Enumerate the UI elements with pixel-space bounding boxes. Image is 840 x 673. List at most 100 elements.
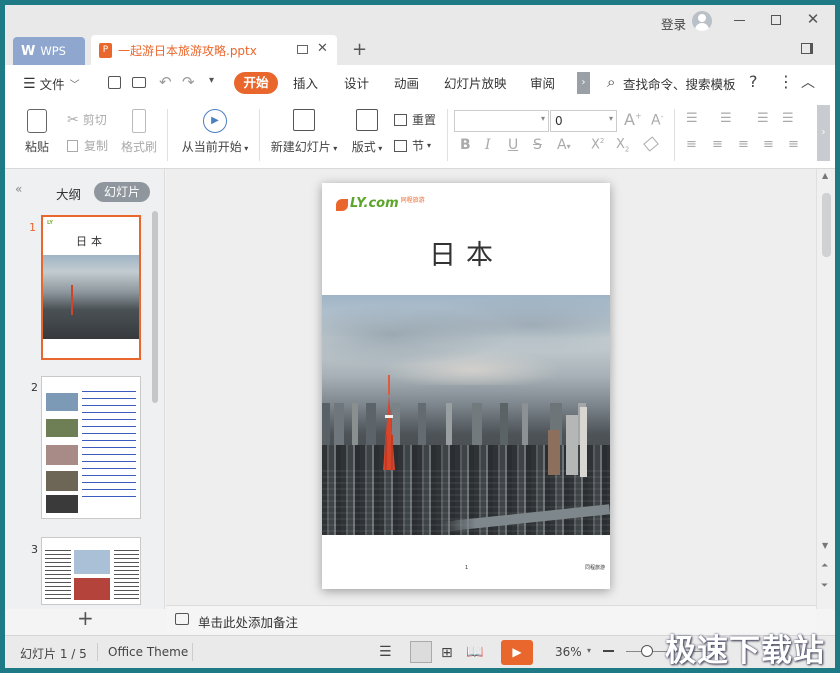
underline-icon[interactable]: U bbox=[508, 137, 518, 153]
normal-view-icon[interactable] bbox=[410, 641, 432, 663]
reset-icon bbox=[394, 113, 407, 126]
tab-design[interactable]: 设计 bbox=[344, 74, 369, 94]
bold-icon[interactable]: B bbox=[460, 137, 471, 153]
new-slide-button[interactable]: 新建幻灯片 ▾ bbox=[267, 109, 341, 155]
wps-logo-icon: W bbox=[21, 43, 36, 59]
thumb-photo bbox=[74, 578, 110, 600]
more-options-icon[interactable]: ⋮ bbox=[778, 72, 794, 91]
scroll-up-icon[interactable]: ▲ bbox=[822, 171, 828, 180]
font-size-select[interactable]: 0 ▾ bbox=[550, 110, 617, 132]
scroll-thumb[interactable] bbox=[822, 193, 831, 257]
close-tab-icon[interactable]: ✕ bbox=[317, 41, 328, 56]
copy-button[interactable]: 复制 bbox=[67, 137, 108, 154]
increase-indent-icon[interactable]: ☰ bbox=[782, 111, 794, 126]
clear-format-icon[interactable] bbox=[643, 136, 659, 152]
cut-button[interactable]: ✂ 剪切 bbox=[67, 111, 107, 128]
reset-button[interactable]: 重置 bbox=[394, 111, 436, 128]
font-color-icon[interactable]: A▾ bbox=[557, 137, 571, 153]
tokyo-city-photo bbox=[322, 295, 610, 535]
bullet-list-icon[interactable]: ☰ bbox=[686, 111, 698, 126]
tab-slides[interactable]: 幻灯片 bbox=[94, 182, 150, 202]
search-command-label[interactable]: 查找命令、搜索模板 bbox=[623, 74, 736, 93]
tab-review[interactable]: 审阅 bbox=[530, 74, 555, 94]
tab-home[interactable]: 开始 bbox=[234, 72, 278, 94]
slide-number: 2 bbox=[31, 381, 38, 394]
chevron-down-icon[interactable]: ▾ bbox=[587, 646, 591, 655]
play-from-current-button[interactable]: ▶ 从当前开始 ▾ bbox=[177, 109, 253, 155]
close-window-icon[interactable]: ✕ bbox=[805, 9, 821, 29]
avatar[interactable] bbox=[692, 11, 712, 31]
increase-font-icon[interactable]: A+ bbox=[624, 110, 642, 129]
zoom-out-icon[interactable] bbox=[603, 650, 614, 652]
notes-toggle-icon[interactable]: ☰ bbox=[379, 644, 392, 660]
play-slideshow-button[interactable]: ▶ bbox=[501, 640, 533, 665]
tab-wps-home[interactable]: W WPS bbox=[13, 37, 85, 65]
tab-outline[interactable]: 大纲 bbox=[56, 184, 81, 203]
scroll-down-icon[interactable]: ▼ bbox=[822, 541, 828, 550]
pin-window-icon[interactable] bbox=[297, 45, 308, 54]
menu-scroll-right-icon[interactable]: › bbox=[577, 72, 590, 94]
slide-thumbnail-2[interactable] bbox=[41, 376, 141, 519]
copy-label: 复制 bbox=[84, 139, 109, 153]
distribute-icon[interactable]: ≡ bbox=[788, 137, 799, 152]
undo-icon[interactable]: ↶ bbox=[159, 73, 172, 91]
tab-insert[interactable]: 插入 bbox=[293, 74, 318, 94]
new-tab-icon[interactable]: + bbox=[352, 39, 367, 60]
panel-toggle-icon[interactable] bbox=[801, 43, 813, 54]
format-painter-button[interactable]: 格式刷 bbox=[119, 109, 159, 155]
tab-animation[interactable]: 动画 bbox=[394, 74, 419, 94]
align-right-icon[interactable]: ≡ bbox=[738, 137, 749, 152]
strikethrough-icon[interactable]: S bbox=[533, 137, 542, 153]
justify-icon[interactable]: ≡ bbox=[763, 137, 774, 152]
slide-thumbnail-1[interactable]: LY 日本 bbox=[41, 215, 141, 360]
pptx-file-icon: P bbox=[99, 42, 112, 58]
reading-view-icon[interactable]: 📖 bbox=[466, 644, 483, 660]
collapse-panel-icon[interactable]: « bbox=[15, 182, 22, 196]
notes-placeholder[interactable]: 单击此处添加备注 bbox=[198, 612, 298, 631]
numbered-list-icon[interactable]: ☰ bbox=[720, 111, 732, 126]
layout-button[interactable]: 版式 ▾ bbox=[347, 109, 387, 155]
slide-sorter-icon[interactable]: ⊞ bbox=[441, 645, 453, 661]
search-icon[interactable]: ⌕ bbox=[607, 73, 615, 91]
tab-slideshow[interactable]: 幻灯片放映 bbox=[444, 74, 507, 94]
zoom-slider-thumb[interactable] bbox=[641, 645, 653, 657]
new-slide-icon bbox=[293, 109, 315, 131]
print-icon[interactable] bbox=[132, 77, 146, 88]
canvas-scrollbar[interactable]: ▲ ▼ ⏶ ⏷ bbox=[816, 169, 835, 609]
align-center-icon[interactable]: ≡ bbox=[712, 137, 723, 152]
slide-thumbnail-3[interactable] bbox=[41, 537, 141, 605]
panel-scrollbar[interactable] bbox=[152, 211, 158, 403]
decrease-font-icon[interactable]: A- bbox=[651, 112, 663, 129]
thumb-photo bbox=[46, 445, 78, 465]
add-slide-icon[interactable]: + bbox=[77, 606, 94, 630]
current-slide[interactable]: LY.com 同程旅游 日本 1 同程旅游 bbox=[322, 183, 610, 589]
new-slide-label: 新建幻灯片 ▾ bbox=[270, 140, 338, 154]
superscript-icon[interactable]: X2 bbox=[591, 137, 604, 152]
align-left-icon[interactable]: ≡ bbox=[686, 137, 697, 152]
tab-document[interactable]: P 一起游日本旅游攻略.pptx ✕ bbox=[91, 35, 337, 65]
login-link[interactable]: 登录 bbox=[661, 14, 686, 33]
zoom-value[interactable]: 36% bbox=[555, 645, 582, 659]
save-icon[interactable] bbox=[108, 76, 121, 89]
logo-text: LY.com bbox=[350, 196, 399, 211]
minimize-icon[interactable] bbox=[734, 20, 745, 21]
paste-button[interactable]: 粘贴 bbox=[19, 109, 55, 155]
font-name-select[interactable]: ▾ bbox=[454, 110, 549, 132]
redo-icon[interactable]: ↷ bbox=[182, 73, 195, 91]
subscript-icon[interactable]: X2 bbox=[616, 137, 629, 154]
maximize-icon[interactable] bbox=[771, 15, 781, 25]
brush-icon bbox=[132, 109, 146, 133]
decrease-indent-icon[interactable]: ☰ bbox=[757, 111, 769, 126]
file-menu-button[interactable]: ☰ 文件 ﹀ bbox=[23, 74, 80, 93]
cut-label: 剪切 bbox=[82, 113, 107, 127]
leaf-logo-icon bbox=[336, 199, 348, 211]
italic-icon[interactable]: I bbox=[485, 137, 491, 153]
quick-access-more-icon[interactable]: ▾ bbox=[209, 75, 214, 86]
collapse-ribbon-icon[interactable]: ︿ bbox=[801, 72, 815, 92]
help-icon[interactable]: ? bbox=[749, 72, 758, 91]
slide-counter: 幻灯片 1 / 5 bbox=[20, 647, 87, 661]
prev-slide-icon[interactable]: ⏶ bbox=[821, 561, 828, 571]
ribbon-scroll-right-icon[interactable]: › bbox=[817, 105, 830, 161]
section-button[interactable]: 节 ▾ bbox=[394, 137, 431, 154]
next-slide-icon[interactable]: ⏷ bbox=[821, 581, 828, 591]
